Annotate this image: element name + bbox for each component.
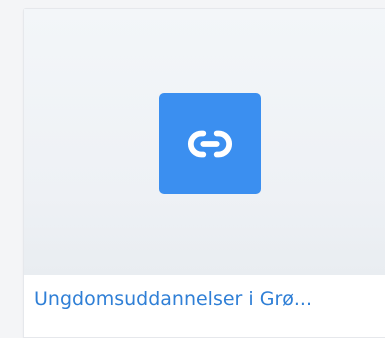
card-thumbnail[interactable] (24, 9, 385, 275)
link-icon (188, 130, 232, 157)
link-tile (159, 93, 261, 194)
card-title-link[interactable]: Ungdomsuddannelser i Grø... (34, 285, 384, 313)
resource-card[interactable]: Ungdomsuddannelser i Grø... (23, 8, 385, 338)
